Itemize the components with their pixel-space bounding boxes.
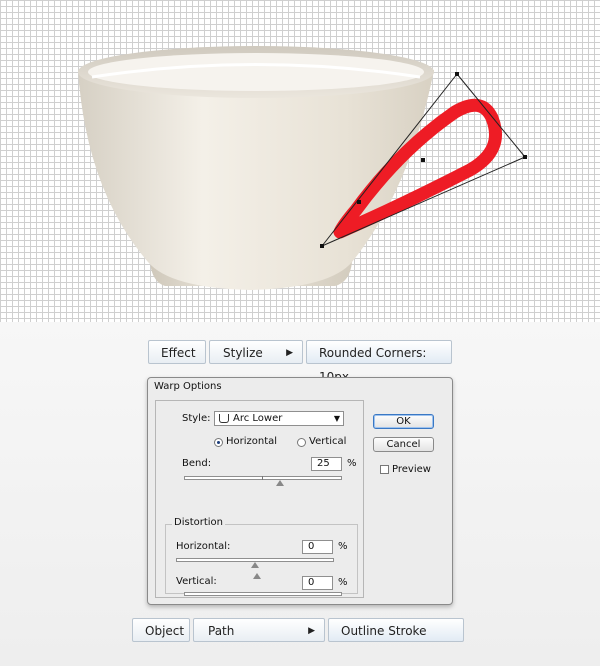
- menu-path-label: Path: [208, 624, 235, 638]
- bend-label: Bend:: [182, 458, 212, 469]
- warp-options-dialog: Warp Options Style: Arc Lower ▼ Horizont…: [147, 377, 453, 605]
- submenu-arrow-icon: ▶: [286, 348, 293, 358]
- bend-slider[interactable]: [184, 476, 342, 480]
- radio-horizontal-label[interactable]: Horizontal: [226, 436, 277, 447]
- dialog-title: Warp Options: [154, 381, 222, 392]
- radio-vertical-label[interactable]: Vertical: [309, 436, 346, 447]
- style-label: Style:: [182, 413, 211, 424]
- ok-button[interactable]: OK: [373, 414, 434, 429]
- menu-path-effect: Effect Stylize ▶ Rounded Corners: 10px: [148, 340, 452, 384]
- arc-lower-icon: [219, 414, 229, 423]
- bend-slider-thumb[interactable]: [276, 480, 284, 486]
- distortion-group: Distortion Horizontal: 0 % Vertical: 0 %: [165, 517, 358, 594]
- menu-effect[interactable]: Effect: [148, 340, 206, 364]
- menu-object[interactable]: Object: [132, 618, 190, 642]
- menu-outline-stroke-label: Outline Stroke: [341, 624, 427, 638]
- vertical-distortion-label: Vertical:: [176, 576, 217, 587]
- style-select-value: Arc Lower: [233, 413, 283, 424]
- vertical-distortion-percent: %: [338, 577, 348, 588]
- menu-effect-label: Effect: [161, 346, 196, 360]
- cancel-button[interactable]: Cancel: [373, 437, 434, 452]
- distortion-title: Distortion: [172, 517, 225, 528]
- menu-rounded-corners[interactable]: Rounded Corners: 10px: [306, 340, 452, 384]
- submenu-arrow-icon: ▶: [308, 626, 315, 636]
- horizontal-distortion-thumb[interactable]: [251, 562, 259, 568]
- bend-input[interactable]: 25: [311, 457, 342, 471]
- vertical-distortion-input[interactable]: 0: [302, 576, 333, 590]
- menu-path-object: Object Path ▶ Outline Stroke: [132, 618, 464, 642]
- warp-settings-panel: Style: Arc Lower ▼ Horizontal Vertical B…: [155, 400, 364, 598]
- artboard-canvas: [0, 0, 600, 322]
- menu-stylize[interactable]: Stylize ▶: [209, 340, 303, 364]
- menu-outline-stroke[interactable]: Outline Stroke: [328, 618, 464, 642]
- horizontal-distortion-input[interactable]: 0: [302, 540, 333, 554]
- preview-checkbox[interactable]: [380, 465, 389, 474]
- horizontal-distortion-label: Horizontal:: [176, 541, 231, 552]
- cup-illustration: [78, 46, 527, 290]
- vertical-distortion-slider[interactable]: [184, 592, 342, 596]
- chevron-down-icon: ▼: [333, 414, 340, 423]
- horizontal-distortion-percent: %: [338, 541, 348, 552]
- vertical-distortion-thumb[interactable]: [253, 573, 261, 579]
- style-select[interactable]: Arc Lower ▼: [214, 411, 344, 426]
- radio-vertical[interactable]: [297, 438, 306, 447]
- menu-stylize-label: Stylize: [223, 346, 263, 360]
- menu-path[interactable]: Path ▶: [193, 618, 325, 642]
- bend-slider-center-mark: [262, 476, 263, 480]
- radio-horizontal[interactable]: [214, 438, 223, 447]
- bend-percent: %: [347, 458, 357, 469]
- preview-label[interactable]: Preview: [392, 464, 431, 475]
- menu-object-label: Object: [145, 624, 185, 638]
